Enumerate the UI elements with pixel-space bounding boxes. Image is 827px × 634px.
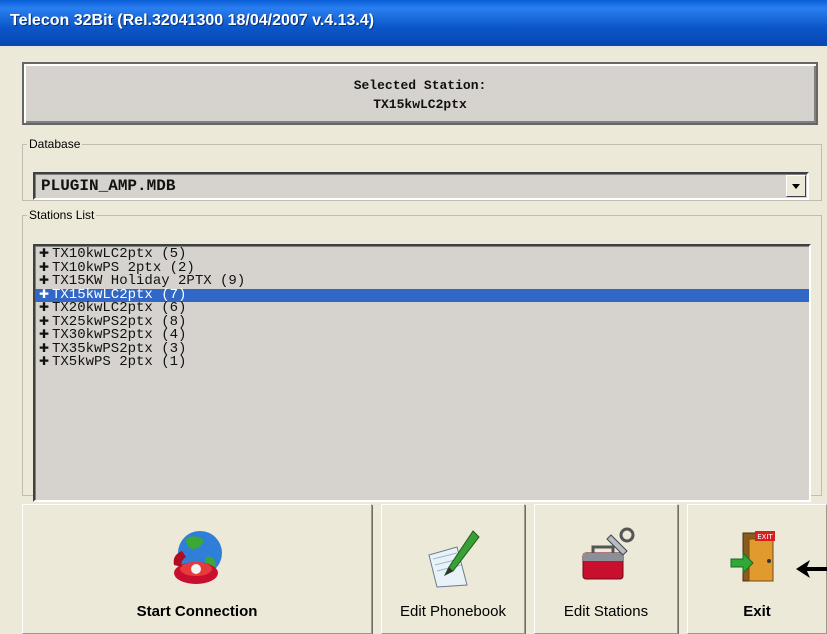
window-title: Telecon 32Bit (Rel.32041300 18/04/2007 v… xyxy=(10,12,375,29)
title-bar[interactable]: Telecon 32Bit (Rel.32041300 18/04/2007 v… xyxy=(0,0,827,48)
selected-station-heading: Selected Station: xyxy=(353,78,487,93)
start-connection-label: Start Connection xyxy=(136,603,258,620)
toolbox-icon xyxy=(575,527,637,592)
edit-phonebook-button[interactable]: Edit Phonebook xyxy=(381,504,525,634)
expand-plus-icon[interactable]: ✚ xyxy=(39,315,52,330)
notebook-pen-icon xyxy=(423,527,483,594)
station-list-item[interactable]: ✚ TX5kwPS 2ptx (1) xyxy=(35,354,809,370)
expand-plus-icon[interactable]: ✚ xyxy=(39,261,52,276)
expand-plus-icon[interactable]: ✚ xyxy=(39,355,52,370)
selected-station-name: TX15kwLC2ptx xyxy=(373,97,467,112)
globe-phone-icon xyxy=(166,527,228,596)
exit-label: Exit xyxy=(743,603,771,620)
database-value: PLUGIN_AMP.MDB xyxy=(41,177,176,195)
station-label: TX5kwPS 2ptx (1) xyxy=(52,354,187,370)
stations-legend: Stations List xyxy=(29,208,95,222)
expand-plus-icon[interactable]: ✚ xyxy=(39,301,52,316)
chevron-down-icon[interactable] xyxy=(786,175,806,197)
selected-station-panel: Selected Station: TX15kwLC2ptx xyxy=(22,62,818,125)
database-legend: Database xyxy=(29,137,81,151)
expand-plus-icon[interactable]: ✚ xyxy=(39,247,52,262)
database-group: Database PLUGIN_AMP.MDB xyxy=(22,137,822,201)
expand-plus-icon[interactable]: ✚ xyxy=(39,288,52,303)
expand-plus-icon[interactable]: ✚ xyxy=(39,342,52,357)
edit-phonebook-label: Edit Phonebook xyxy=(400,603,506,620)
pointer-arrow-icon xyxy=(794,557,827,586)
database-select[interactable]: PLUGIN_AMP.MDB xyxy=(33,172,809,200)
stations-list[interactable]: ✚ TX10kwLC2ptx (5) ✚ TX10kwPS 2ptx (2) ✚ TX15… xyxy=(33,244,811,502)
svg-text:EXIT: EXIT xyxy=(757,533,773,541)
stations-group: Stations List ✚ TX10kwLC2ptx (5) ✚ TX10kwPS… xyxy=(22,208,822,502)
expand-plus-icon[interactable]: ✚ xyxy=(39,274,52,289)
expand-plus-icon[interactable]: ✚ xyxy=(39,328,52,343)
edit-stations-label: Edit Stations xyxy=(563,603,649,620)
edit-stations-button[interactable]: Edit Stations xyxy=(534,504,678,634)
exit-door-icon: EXIT xyxy=(729,527,785,592)
start-connection-button[interactable]: Start Connection xyxy=(22,504,372,634)
